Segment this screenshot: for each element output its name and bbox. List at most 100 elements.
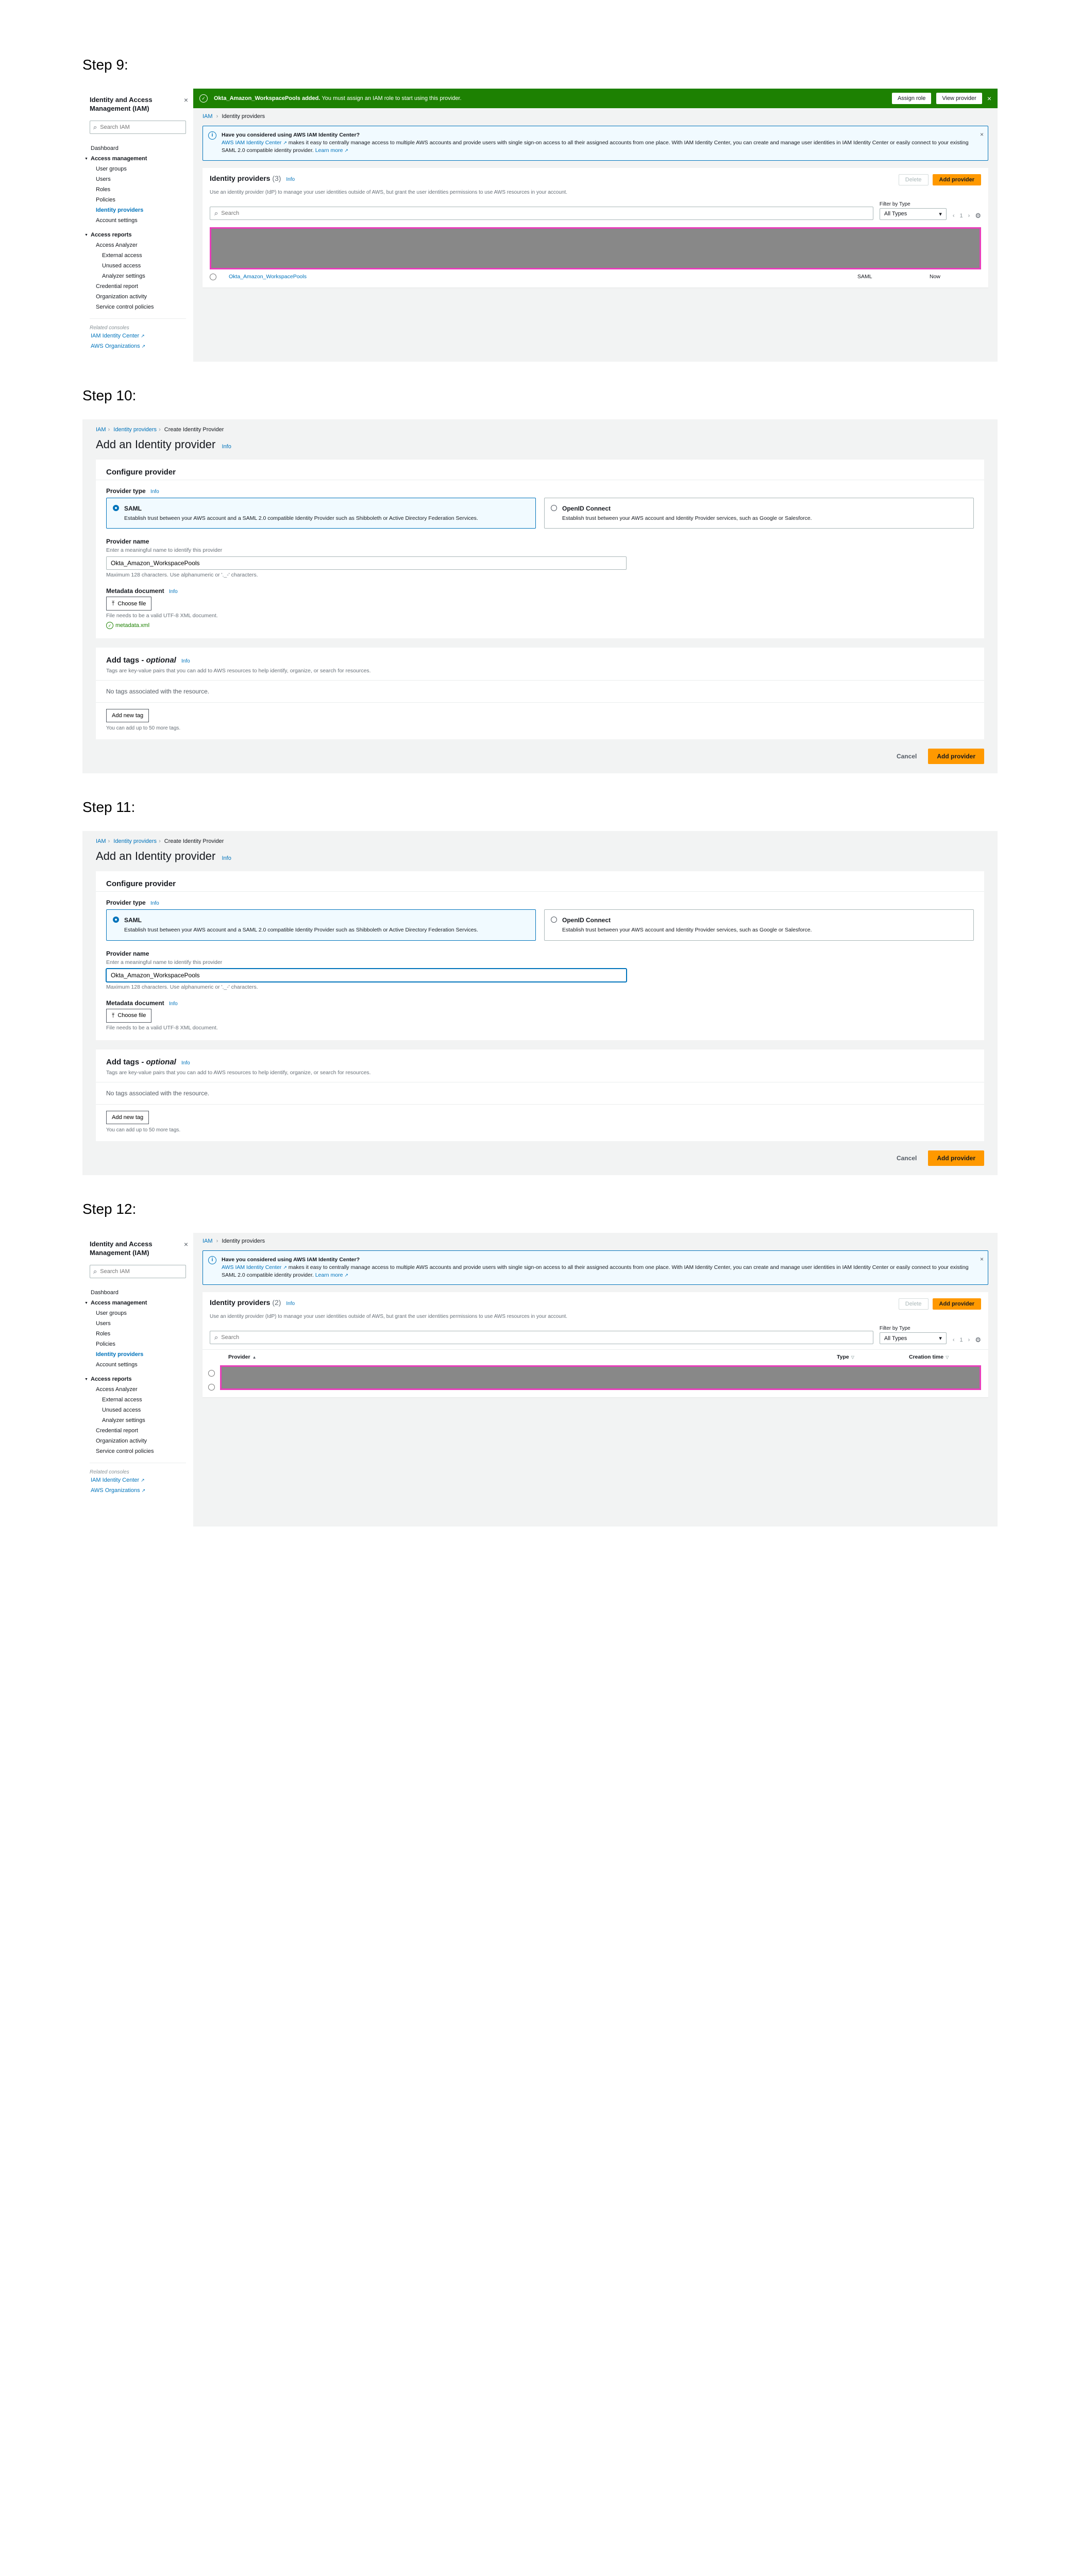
filter-type-select[interactable]: All Types ▾ (880, 1332, 947, 1344)
close-icon[interactable]: × (184, 96, 188, 104)
nav-access-reports[interactable]: Access reports (90, 230, 186, 240)
page-prev[interactable]: ‹ (953, 213, 955, 219)
callout-learn-more[interactable]: Learn more (315, 1272, 348, 1278)
card-info-link[interactable]: Info (286, 1301, 295, 1307)
nav-account-settings[interactable]: Account settings (90, 215, 186, 226)
crumb-iam[interactable]: IAM (96, 427, 106, 433)
provider-name-input[interactable] (106, 969, 627, 982)
sidebar-search-input[interactable] (100, 124, 182, 130)
callout-iic-link[interactable]: AWS IAM Identity Center (222, 1264, 287, 1270)
page-prev[interactable]: ‹ (953, 1337, 955, 1343)
nav-access-reports[interactable]: Access reports (90, 1374, 186, 1384)
row-radio[interactable] (208, 1384, 215, 1391)
nav-credential-report[interactable]: Credential report (90, 281, 186, 292)
title-info-link[interactable]: Info (222, 444, 231, 450)
page-next[interactable]: › (968, 213, 970, 219)
nav-org-activity[interactable]: Organization activity (90, 1436, 186, 1446)
nav-identity-providers[interactable]: Identity providers (90, 1349, 186, 1360)
sidebar-search[interactable] (90, 1265, 186, 1278)
nav-analyzer-settings[interactable]: Analyzer settings (90, 271, 186, 281)
nav-access-analyzer[interactable]: Access Analyzer (90, 240, 186, 250)
nav-external-access[interactable]: External access (90, 1395, 186, 1405)
callout-close-icon[interactable]: × (980, 1255, 984, 1264)
radio-saml[interactable]: SAML Establish trust between your AWS ac… (106, 909, 536, 940)
radio-oidc[interactable]: OpenID Connect Establish trust between y… (544, 909, 974, 940)
nav-access-mgmt[interactable]: Access management (90, 1298, 186, 1308)
nav-roles[interactable]: Roles (90, 184, 186, 195)
callout-close-icon[interactable]: × (980, 130, 984, 139)
nav-user-groups[interactable]: User groups (90, 1308, 186, 1318)
nav-unused-access[interactable]: Unused access (90, 261, 186, 271)
delete-button[interactable]: Delete (899, 174, 929, 185)
add-provider-button[interactable]: Add provider (933, 174, 981, 185)
nav-account-settings[interactable]: Account settings (90, 1360, 186, 1370)
filter-type-select[interactable]: All Types ▾ (880, 208, 947, 220)
ptype-info-link[interactable]: Info (150, 489, 159, 495)
ptype-info-link[interactable]: Info (150, 901, 159, 906)
assign-role-button[interactable]: Assign role (892, 93, 931, 104)
crumb-iam[interactable]: IAM (96, 838, 106, 844)
cancel-button[interactable]: Cancel (890, 1150, 923, 1166)
nav-roles[interactable]: Roles (90, 1329, 186, 1339)
callout-learn-more[interactable]: Learn more (315, 147, 348, 154)
nav-scp[interactable]: Service control policies (90, 1446, 186, 1456)
nav-scp[interactable]: Service control policies (90, 302, 186, 312)
nav-dashboard[interactable]: Dashboard (90, 1287, 186, 1298)
crumb-iam[interactable]: IAM (202, 1238, 213, 1244)
crumb-iam[interactable]: IAM (202, 113, 213, 120)
provider-name-link[interactable]: Okta_Amazon_WorkspacePools (229, 274, 847, 280)
nav-org-activity[interactable]: Organization activity (90, 292, 186, 302)
nav-users[interactable]: Users (90, 174, 186, 184)
nav-identity-center[interactable]: IAM Identity Center (90, 1475, 186, 1485)
sidebar-search[interactable] (90, 121, 186, 134)
nav-policies[interactable]: Policies (90, 195, 186, 205)
nav-analyzer-settings[interactable]: Analyzer settings (90, 1415, 186, 1426)
radio-saml[interactable]: SAML Establish trust between your AWS ac… (106, 498, 536, 529)
delete-button[interactable]: Delete (899, 1298, 929, 1310)
gear-icon[interactable]: ⚙ (975, 212, 981, 220)
add-tag-button[interactable]: Add new tag (106, 1111, 149, 1124)
col-created[interactable]: Creation time▽ (909, 1354, 981, 1360)
gear-icon[interactable]: ⚙ (975, 1336, 981, 1344)
flash-close-icon[interactable]: × (987, 94, 991, 103)
row-radio[interactable] (210, 274, 216, 280)
cancel-button[interactable]: Cancel (890, 749, 923, 764)
nav-aws-orgs[interactable]: AWS Organizations (90, 1485, 186, 1496)
nav-unused-access[interactable]: Unused access (90, 1405, 186, 1415)
nav-aws-orgs[interactable]: AWS Organizations (90, 341, 186, 351)
nav-dashboard[interactable]: Dashboard (90, 143, 186, 154)
add-provider-submit[interactable]: Add provider (928, 749, 984, 764)
nav-identity-providers[interactable]: Identity providers (90, 205, 186, 215)
view-provider-button[interactable]: View provider (936, 93, 982, 104)
nav-identity-center[interactable]: IAM Identity Center (90, 331, 186, 341)
tags-info-link[interactable]: Info (181, 1060, 190, 1066)
table-search[interactable] (210, 1331, 873, 1344)
row-radio[interactable] (208, 1370, 215, 1377)
card-info-link[interactable]: Info (286, 177, 295, 182)
title-info-link[interactable]: Info (222, 855, 231, 861)
provider-name-input[interactable] (106, 556, 627, 570)
metadata-info-link[interactable]: Info (169, 589, 178, 595)
page-next[interactable]: › (968, 1337, 970, 1343)
radio-oidc[interactable]: OpenID Connect Establish trust between y… (544, 498, 974, 529)
callout-iic-link[interactable]: AWS IAM Identity Center (222, 140, 287, 146)
table-search[interactable] (210, 207, 873, 220)
nav-access-mgmt[interactable]: Access management (90, 154, 186, 164)
nav-external-access[interactable]: External access (90, 250, 186, 261)
sidebar-search-input[interactable] (100, 1268, 182, 1275)
col-type[interactable]: Type▽ (837, 1354, 899, 1360)
close-icon[interactable]: × (184, 1240, 188, 1248)
nav-user-groups[interactable]: User groups (90, 164, 186, 174)
add-provider-button[interactable]: Add provider (933, 1298, 981, 1310)
choose-file-button[interactable]: Choose file (106, 597, 151, 611)
nav-users[interactable]: Users (90, 1318, 186, 1329)
choose-file-button[interactable]: Choose file (106, 1009, 151, 1023)
add-tag-button[interactable]: Add new tag (106, 709, 149, 722)
metadata-info-link[interactable]: Info (169, 1001, 178, 1007)
col-provider[interactable]: Provider▲ (228, 1354, 826, 1360)
tags-info-link[interactable]: Info (181, 658, 190, 664)
table-search-input[interactable] (221, 1334, 869, 1341)
crumb-idp[interactable]: Identity providers (113, 838, 157, 844)
nav-access-analyzer[interactable]: Access Analyzer (90, 1384, 186, 1395)
crumb-idp[interactable]: Identity providers (113, 427, 157, 433)
